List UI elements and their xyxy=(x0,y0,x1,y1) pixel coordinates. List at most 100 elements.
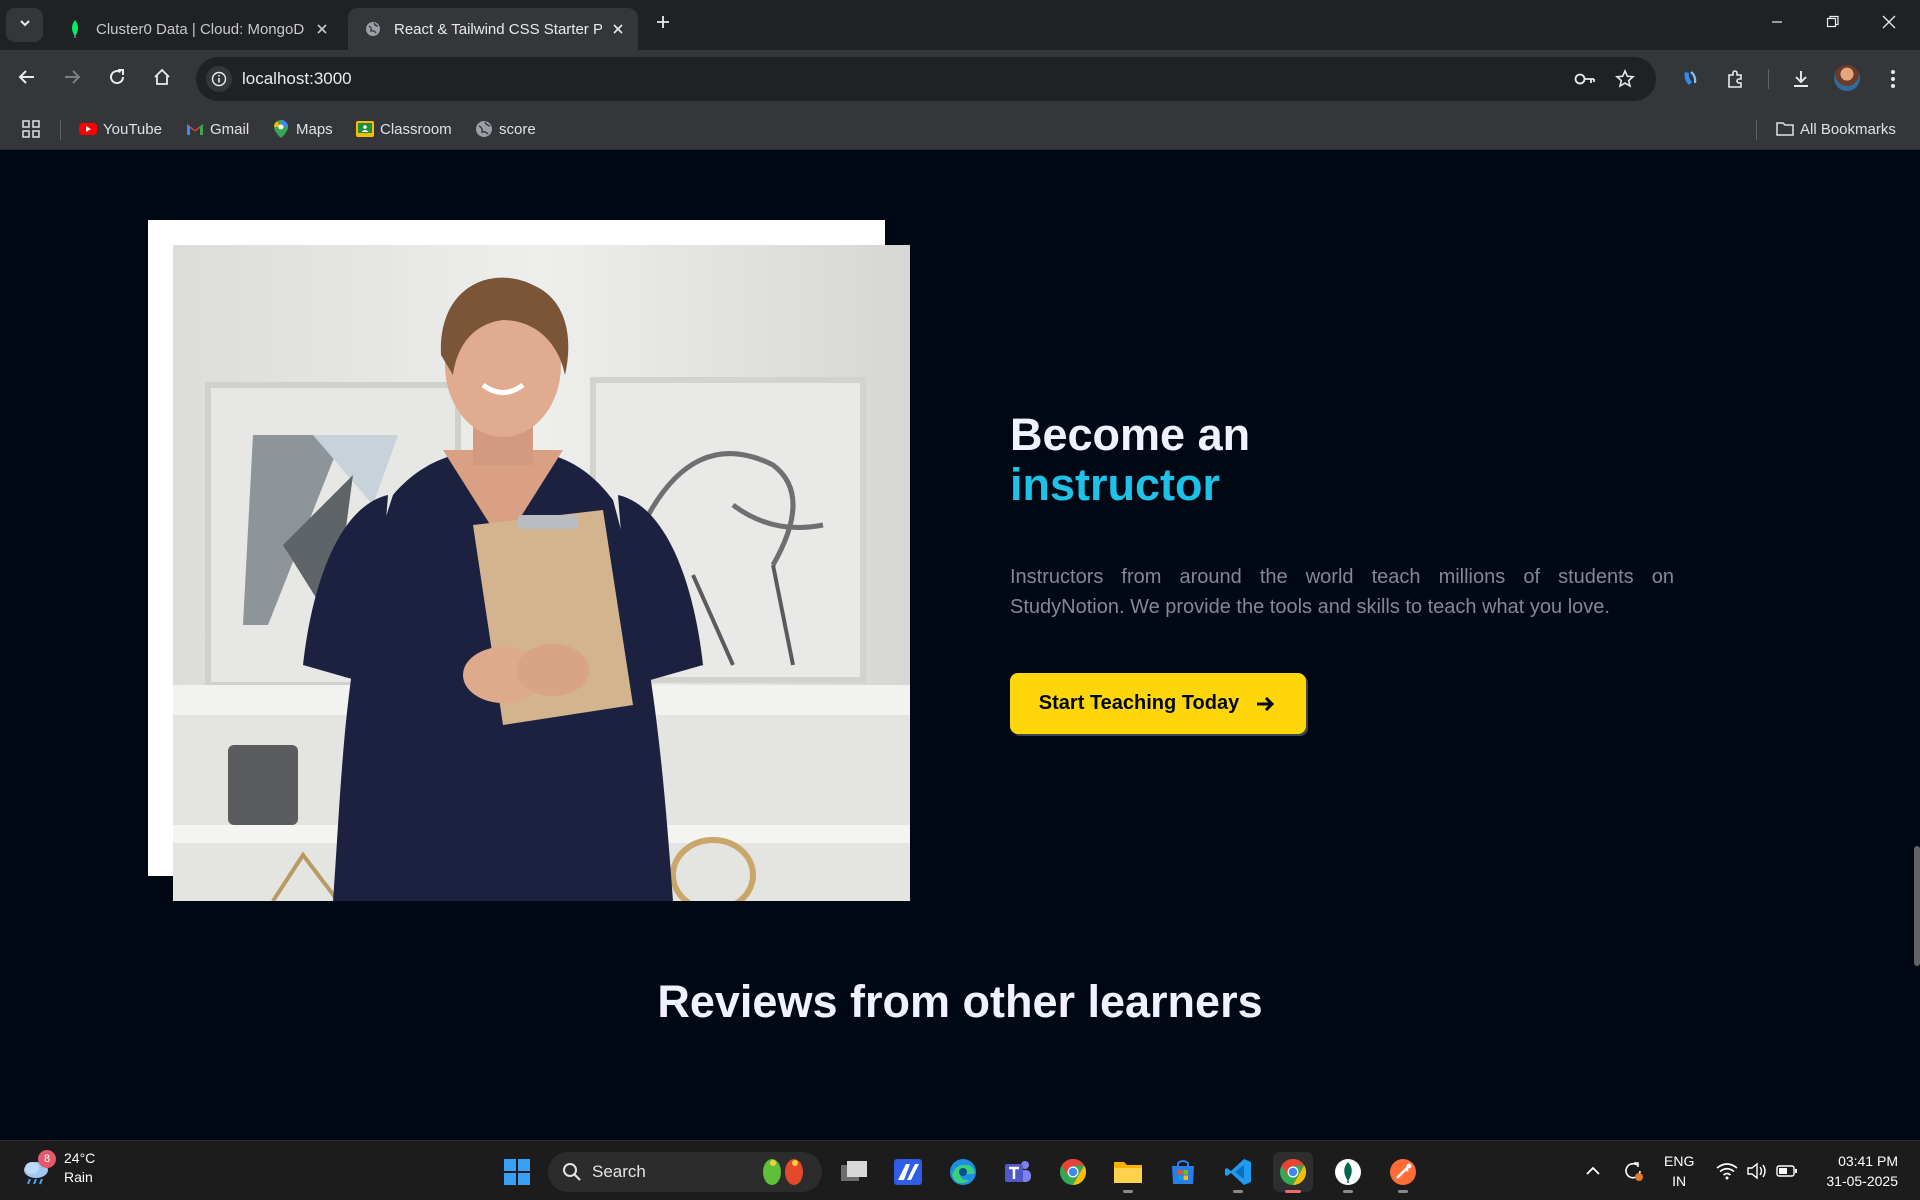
tab-title: React & Tailwind CSS Starter Pack xyxy=(394,20,602,38)
tab-react-tailwind[interactable]: React & Tailwind CSS Starter Pack xyxy=(348,8,638,50)
heading-highlight: instructor xyxy=(1010,459,1221,510)
heading-line-1: Become an xyxy=(1010,409,1251,460)
bookmark-youtube[interactable]: YouTube xyxy=(79,118,162,140)
password-key-icon[interactable] xyxy=(1574,68,1596,90)
search-icon xyxy=(562,1162,582,1182)
apps-grid-button[interactable] xyxy=(22,118,46,140)
extension-tool-icon[interactable] xyxy=(1675,64,1705,94)
bookmark-label: YouTube xyxy=(103,120,162,138)
region-code: IN xyxy=(1672,1173,1687,1189)
bookmarks-bar: YouTube Gmail Maps Classroom score All B… xyxy=(0,108,1920,150)
weather-badge: 8 xyxy=(38,1150,56,1168)
home-button[interactable] xyxy=(147,64,177,94)
close-icon[interactable] xyxy=(608,19,628,39)
instructor-photo xyxy=(173,245,910,901)
reviews-heading: Reviews from other learners xyxy=(657,976,1263,1027)
language-code: ENG xyxy=(1664,1153,1695,1169)
profile-avatar[interactable] xyxy=(1834,65,1860,91)
new-tab-button[interactable] xyxy=(650,11,676,37)
close-window-button[interactable] xyxy=(1866,8,1912,40)
running-indicator xyxy=(1343,1190,1353,1193)
input-language[interactable]: ENG IN xyxy=(1664,1151,1694,1191)
close-icon[interactable] xyxy=(312,19,332,39)
bookmark-gmail[interactable]: Gmail xyxy=(186,118,249,140)
running-indicator xyxy=(1123,1190,1133,1193)
vscode-app-icon[interactable] xyxy=(1218,1152,1258,1193)
task-view-icon[interactable] xyxy=(834,1152,874,1192)
maps-icon xyxy=(272,120,290,138)
copilot-app-icon[interactable] xyxy=(888,1152,928,1192)
arrow-right-icon xyxy=(1255,693,1277,715)
tab-title: Cluster0 Data | Cloud: MongoDB xyxy=(96,20,304,38)
classroom-icon xyxy=(356,120,374,138)
chrome-active-app-icon[interactable] xyxy=(1273,1152,1313,1193)
minimize-button[interactable] xyxy=(1754,8,1800,40)
arrow-right-icon xyxy=(63,68,81,91)
back-button[interactable] xyxy=(12,64,42,94)
taskbar-search-label: Search xyxy=(592,1162,646,1181)
toolbar-divider xyxy=(1768,69,1769,89)
download-icon[interactable] xyxy=(1786,64,1816,94)
microsoft-store-icon[interactable] xyxy=(1163,1152,1203,1192)
restore-icon xyxy=(1826,15,1840,34)
cta-label: Start Teaching Today xyxy=(1038,692,1240,714)
page-content: Become an instructor Instructors from ar… xyxy=(0,150,1920,1140)
parrots-icon xyxy=(754,1156,812,1193)
sync-icon[interactable] xyxy=(1621,1159,1645,1183)
bookmark-star-icon[interactable] xyxy=(1614,68,1636,90)
browser-toolbar: localhost:3000 xyxy=(0,50,1920,108)
all-bookmarks-button[interactable]: All Bookmarks xyxy=(1776,118,1896,140)
url-text: localhost:3000 xyxy=(242,69,352,88)
extensions-puzzle-icon[interactable] xyxy=(1721,64,1751,94)
all-bookmarks-label: All Bookmarks xyxy=(1800,120,1896,138)
bookmark-label: Gmail xyxy=(210,120,250,138)
teams-app-icon[interactable] xyxy=(998,1152,1038,1192)
bookmark-classroom[interactable]: Classroom xyxy=(356,118,452,140)
chevron-up-icon[interactable] xyxy=(1581,1159,1605,1183)
bookmarks-divider xyxy=(1756,120,1757,140)
clock-date: 31-05-2025 xyxy=(1826,1173,1898,1189)
bookmark-label: Maps xyxy=(296,120,333,138)
file-explorer-icon[interactable] xyxy=(1108,1152,1148,1193)
edge-browser-icon[interactable] xyxy=(943,1152,983,1192)
running-indicator xyxy=(1233,1190,1243,1193)
mongodb-compass-icon[interactable] xyxy=(1328,1152,1368,1193)
tab-search-button[interactable] xyxy=(6,8,43,42)
battery-icon[interactable] xyxy=(1775,1159,1799,1183)
running-indicator xyxy=(1398,1190,1408,1193)
taskbar-search-box[interactable]: Search xyxy=(548,1152,822,1192)
bookmark-label: score xyxy=(499,120,536,138)
site-info-icon[interactable] xyxy=(206,66,232,92)
wifi-icon[interactable] xyxy=(1715,1159,1739,1183)
bookmark-label: Classroom xyxy=(380,120,452,138)
arrow-left-icon xyxy=(18,68,36,91)
address-bar[interactable]: localhost:3000 xyxy=(196,57,1656,101)
chevron-down-icon xyxy=(18,16,32,35)
tab-mongodb[interactable]: Cluster0 Data | Cloud: MongoDB xyxy=(50,8,342,50)
weather-widget[interactable]: 8 24°C Rain xyxy=(20,1149,95,1187)
plus-icon xyxy=(655,14,671,35)
gmail-icon xyxy=(186,120,204,138)
close-icon xyxy=(1882,15,1896,34)
forward-button[interactable] xyxy=(57,64,87,94)
scrollbar-thumb[interactable] xyxy=(1914,846,1920,966)
start-teaching-button[interactable]: Start Teaching Today xyxy=(1010,673,1306,734)
running-indicator xyxy=(1285,1190,1301,1193)
instructor-description: Instructors from around the world teach … xyxy=(1010,566,1674,618)
bookmark-score[interactable]: score xyxy=(475,118,536,140)
mongodb-leaf-icon xyxy=(66,20,84,38)
reload-button[interactable] xyxy=(102,64,132,94)
chrome-app-icon[interactable] xyxy=(1053,1152,1093,1192)
menu-dots-icon[interactable] xyxy=(1878,64,1908,94)
volume-icon[interactable] xyxy=(1745,1159,1769,1183)
restore-button[interactable] xyxy=(1810,8,1856,40)
postman-app-icon[interactable] xyxy=(1383,1152,1423,1193)
reload-icon xyxy=(108,68,126,91)
tab-strip: Cluster0 Data | Cloud: MongoDB React & T… xyxy=(0,0,1920,50)
bookmarks-divider xyxy=(60,120,61,140)
system-clock[interactable]: 03:41 PM 31-05-2025 xyxy=(1814,1151,1898,1191)
folder-icon xyxy=(1776,120,1794,138)
windows-start-icon[interactable] xyxy=(497,1152,537,1192)
clock-time: 03:41 PM xyxy=(1838,1153,1898,1169)
bookmark-maps[interactable]: Maps xyxy=(272,118,333,140)
